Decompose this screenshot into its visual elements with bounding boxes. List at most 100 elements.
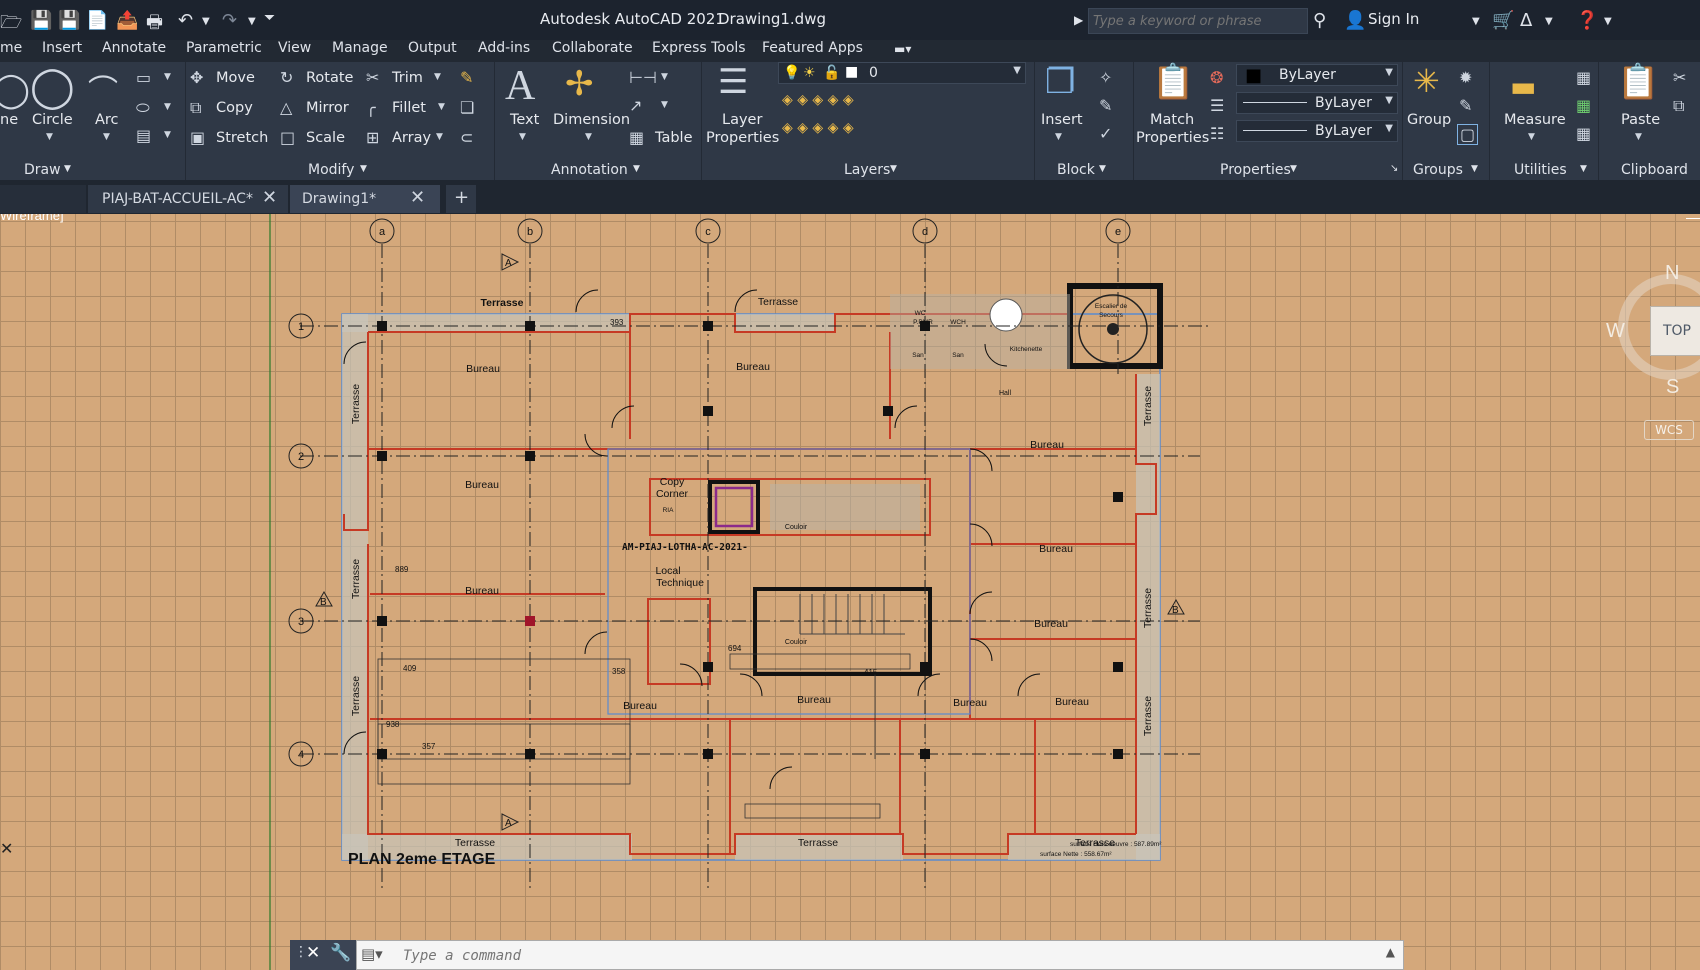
redo-dropdown-icon[interactable]: ▼: [248, 16, 256, 27]
autodesk-a360-icon[interactable]: Δ: [1520, 10, 1532, 31]
fillet-dropdown-icon[interactable]: ▼: [438, 102, 445, 112]
dimension-button[interactable]: Dimension: [553, 112, 630, 128]
new-tab-button[interactable]: +: [446, 185, 476, 213]
tab-output[interactable]: Output: [408, 40, 457, 56]
tab-express-tools[interactable]: Express Tools: [652, 40, 746, 56]
properties-launcher-icon[interactable]: ↘: [1390, 163, 1398, 174]
viewport-controls[interactable]: Wireframe]: [0, 214, 64, 223]
line-button[interactable]: ne: [0, 112, 18, 128]
layers-panel-dropdown-icon[interactable]: ▼: [890, 164, 897, 174]
file-tab-drawing1[interactable]: Drawing1* ✕: [290, 185, 440, 213]
trim-button[interactable]: Trim: [392, 70, 423, 86]
arc-button[interactable]: Arc: [95, 112, 119, 128]
edit-block-icon[interactable]: ✎: [1099, 96, 1112, 115]
draw-panel-dropdown-icon[interactable]: ▼: [64, 164, 71, 174]
fillet-icon[interactable]: ╭: [366, 98, 376, 117]
leader-dropdown-icon[interactable]: ▼: [661, 100, 668, 110]
tab-parametric[interactable]: Parametric: [186, 40, 262, 56]
array-dropdown-icon[interactable]: ▼: [436, 132, 443, 142]
paste-icon[interactable]: 📋: [1617, 62, 1659, 102]
tab-view[interactable]: View: [278, 40, 311, 56]
tab-annotate[interactable]: Annotate: [102, 40, 166, 56]
ellipse-icon[interactable]: ⬭: [136, 98, 150, 118]
measure-icon[interactable]: ▬: [1510, 70, 1536, 103]
close-tab-icon[interactable]: ✕: [262, 187, 277, 208]
wcs-menu[interactable]: WCS: [1644, 420, 1694, 440]
leader-icon[interactable]: ↗: [629, 96, 642, 115]
text-button[interactable]: Text: [510, 112, 539, 128]
tab-featured-apps[interactable]: Featured Apps: [762, 40, 863, 56]
measure-dropdown-icon[interactable]: ▼: [1528, 132, 1535, 142]
copy-clip-icon[interactable]: ⧉: [1673, 96, 1684, 116]
color-dropdown[interactable]: ■ ByLayer ▼: [1236, 64, 1398, 86]
text-dropdown-icon[interactable]: ▼: [519, 132, 526, 142]
close-tab-icon[interactable]: ✕: [410, 187, 425, 208]
groups-panel-dropdown-icon[interactable]: ▼: [1471, 164, 1478, 174]
annotation-panel-dropdown-icon[interactable]: ▼: [633, 164, 640, 174]
group-button[interactable]: Group: [1407, 112, 1451, 128]
hatch-icon[interactable]: ▤: [136, 126, 151, 145]
clipboard-panel-title[interactable]: Clipboard: [1621, 162, 1688, 178]
search-box[interactable]: [1088, 8, 1308, 34]
array-icon[interactable]: ⊞: [366, 128, 379, 147]
sign-in-link[interactable]: Sign In: [1368, 10, 1419, 28]
match-properties-label-2[interactable]: Properties: [1136, 130, 1209, 146]
layer-tool-2-icon[interactable]: ◈ ◈ ◈ ◈ ◈: [782, 120, 854, 136]
command-history-icon[interactable]: ▲: [1386, 945, 1395, 959]
share-icon[interactable]: 📤: [116, 10, 138, 31]
undo-dropdown-icon[interactable]: ▼: [202, 16, 210, 27]
circle-dropdown-icon[interactable]: ▼: [46, 132, 53, 142]
draw-panel-title[interactable]: Draw: [24, 162, 61, 178]
customize-qat-icon[interactable]: ⏷: [264, 10, 275, 26]
insert-block-icon[interactable]: ❐: [1045, 62, 1075, 102]
measure-button[interactable]: Measure: [1504, 112, 1566, 128]
trim-dropdown-icon[interactable]: ▼: [434, 72, 441, 82]
save-as-icon[interactable]: 💾: [58, 10, 80, 31]
search-input[interactable]: [1089, 9, 1305, 33]
compass-west[interactable]: W: [1606, 320, 1625, 343]
scale-icon[interactable]: □: [280, 128, 295, 147]
quick-select-icon[interactable]: ▦: [1576, 68, 1591, 87]
stretch-icon[interactable]: ▣: [190, 128, 205, 147]
viewcube-top[interactable]: TOP: [1650, 306, 1700, 356]
insert-button[interactable]: Insert: [1041, 112, 1083, 128]
close-command-line-icon[interactable]: ✕: [306, 943, 320, 963]
move-icon[interactable]: ✥: [190, 68, 203, 87]
table-icon[interactable]: ▦: [629, 128, 644, 147]
paste-button[interactable]: Paste: [1621, 112, 1660, 128]
modify-panel-title[interactable]: Modify: [308, 162, 354, 178]
select-all-icon[interactable]: ▦: [1576, 96, 1591, 115]
group-edit-icon[interactable]: ✎: [1459, 96, 1472, 115]
search-icon[interactable]: ⚲: [1313, 10, 1326, 31]
lineweight-icon[interactable]: ☰: [1210, 96, 1224, 115]
dimension-dropdown-icon[interactable]: ▼: [585, 132, 592, 142]
customize-command-icon[interactable]: 🔧: [330, 943, 351, 963]
array-button[interactable]: Array: [392, 130, 431, 146]
rotate-icon[interactable]: ↻: [280, 68, 293, 87]
group-icon[interactable]: ✳: [1413, 62, 1440, 100]
mirror-icon[interactable]: △: [280, 98, 292, 117]
properties-panel-dropdown-icon[interactable]: ▼: [1290, 164, 1297, 174]
tab-collaborate[interactable]: Collaborate: [552, 40, 633, 56]
block-attributes-icon[interactable]: ✓: [1099, 124, 1112, 143]
scale-button[interactable]: Scale: [306, 130, 345, 146]
copy-button[interactable]: Copy: [216, 100, 253, 116]
start-tab[interactable]: [0, 185, 86, 213]
plot-icon[interactable]: 🖶: [146, 10, 163, 40]
lineweight-dropdown[interactable]: ByLayer ▼: [1236, 120, 1398, 142]
trim-icon[interactable]: ✂: [366, 68, 379, 87]
ungroup-icon[interactable]: ✹: [1459, 68, 1472, 87]
fillet-button[interactable]: Fillet: [392, 100, 426, 116]
a360-dropdown-icon[interactable]: ▼: [1545, 16, 1553, 27]
arc-dropdown-icon[interactable]: ▼: [103, 132, 110, 142]
open-web-icon[interactable]: 📄: [86, 10, 108, 31]
modify-panel-dropdown-icon[interactable]: ▼: [360, 164, 367, 174]
ucs-close-icon[interactable]: ✕: [0, 839, 13, 858]
block-panel-dropdown-icon[interactable]: ▼: [1099, 164, 1106, 174]
layers-panel-title[interactable]: Layers: [844, 162, 890, 178]
file-tab-piaj[interactable]: PIAJ-BAT-ACCUEIL-AC* ✕: [88, 185, 288, 213]
arc-icon[interactable]: ⌒: [88, 66, 118, 110]
search-expand-icon[interactable]: ▶: [1074, 13, 1083, 27]
tab-manage[interactable]: Manage: [332, 40, 388, 56]
tab-home[interactable]: me: [0, 40, 22, 56]
